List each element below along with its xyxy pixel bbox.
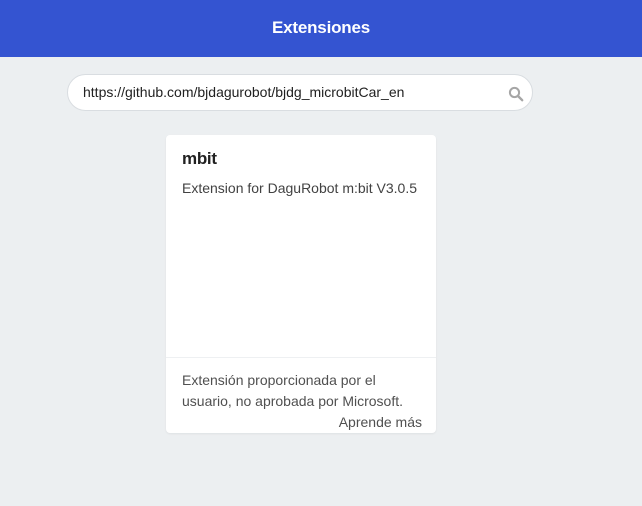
- extension-disclaimer: Extensión proporcionada por el usuario, …: [182, 370, 422, 433]
- search-icon[interactable]: [508, 86, 524, 102]
- extension-name: mbit: [182, 149, 217, 168]
- header-bar: Extensiones: [0, 0, 642, 57]
- card-divider: [166, 357, 436, 358]
- page-title: Extensiones: [272, 18, 370, 37]
- learn-more-link[interactable]: Aprende más: [182, 412, 422, 433]
- disclaimer-text: Extensión proporcionada por el usuario, …: [182, 372, 404, 409]
- search-input[interactable]: [83, 75, 493, 110]
- extension-description: Extension for DaguRobot m:bit V3.0.5: [182, 180, 418, 196]
- search-bar[interactable]: [67, 74, 533, 111]
- extension-card[interactable]: mbit Extension for DaguRobot m:bit V3.0.…: [166, 135, 436, 433]
